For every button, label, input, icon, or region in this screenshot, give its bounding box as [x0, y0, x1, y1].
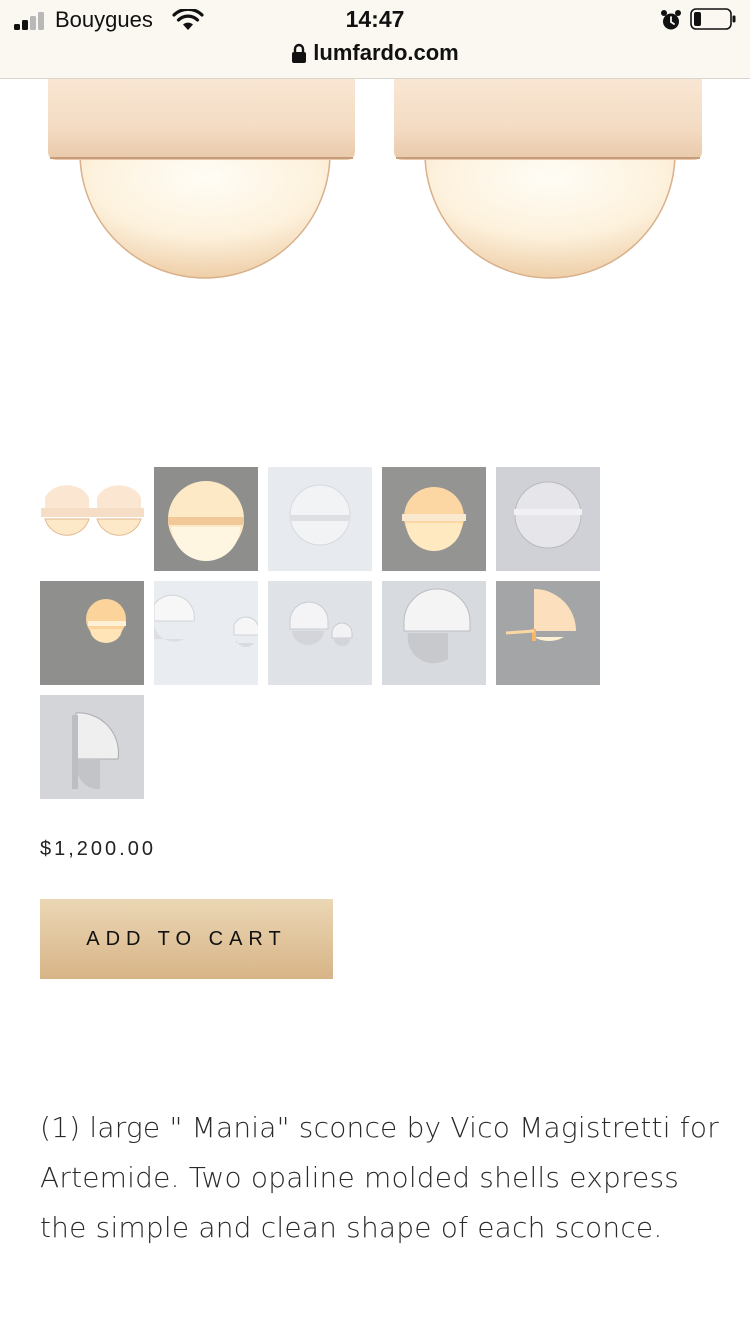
alarm-icon — [661, 10, 681, 30]
thumbnail-10[interactable] — [496, 581, 600, 685]
sconce-left — [48, 78, 355, 279]
browser-top-bar: Bouygues 14:47 lumfardo.com — [0, 0, 750, 79]
wifi-icon — [172, 9, 204, 30]
address-bar[interactable]: lumfardo.com — [0, 40, 750, 70]
lock-icon — [292, 43, 307, 63]
thumbnail-11[interactable] — [40, 695, 144, 799]
add-to-cart-button[interactable]: ADD TO CART — [40, 899, 333, 979]
thumbnail-6[interactable] — [40, 581, 144, 685]
thumbnail-8[interactable] — [268, 581, 372, 685]
url-text: lumfardo.com — [313, 40, 459, 65]
thumbnail-4[interactable] — [382, 467, 486, 571]
thumbnail-5[interactable] — [496, 467, 600, 571]
product-price: $1,200.00 — [40, 838, 156, 860]
thumbnail-2[interactable] — [154, 467, 258, 571]
battery-icon — [690, 8, 736, 30]
thumbnail-9[interactable] — [382, 581, 486, 685]
thumbnail-1[interactable] — [40, 467, 144, 571]
status-bar: Bouygues 14:47 — [0, 0, 750, 40]
product-hero-image[interactable] — [0, 78, 750, 438]
signal-icon — [14, 12, 48, 30]
sconce-right — [394, 78, 702, 279]
product-description: (1) large " Mania" sconce by Vico Magist… — [40, 1111, 719, 1244]
thumbnail-7[interactable] — [154, 581, 258, 685]
carrier-name: Bouygues — [55, 7, 153, 32]
thumbnail-3[interactable] — [268, 467, 372, 571]
